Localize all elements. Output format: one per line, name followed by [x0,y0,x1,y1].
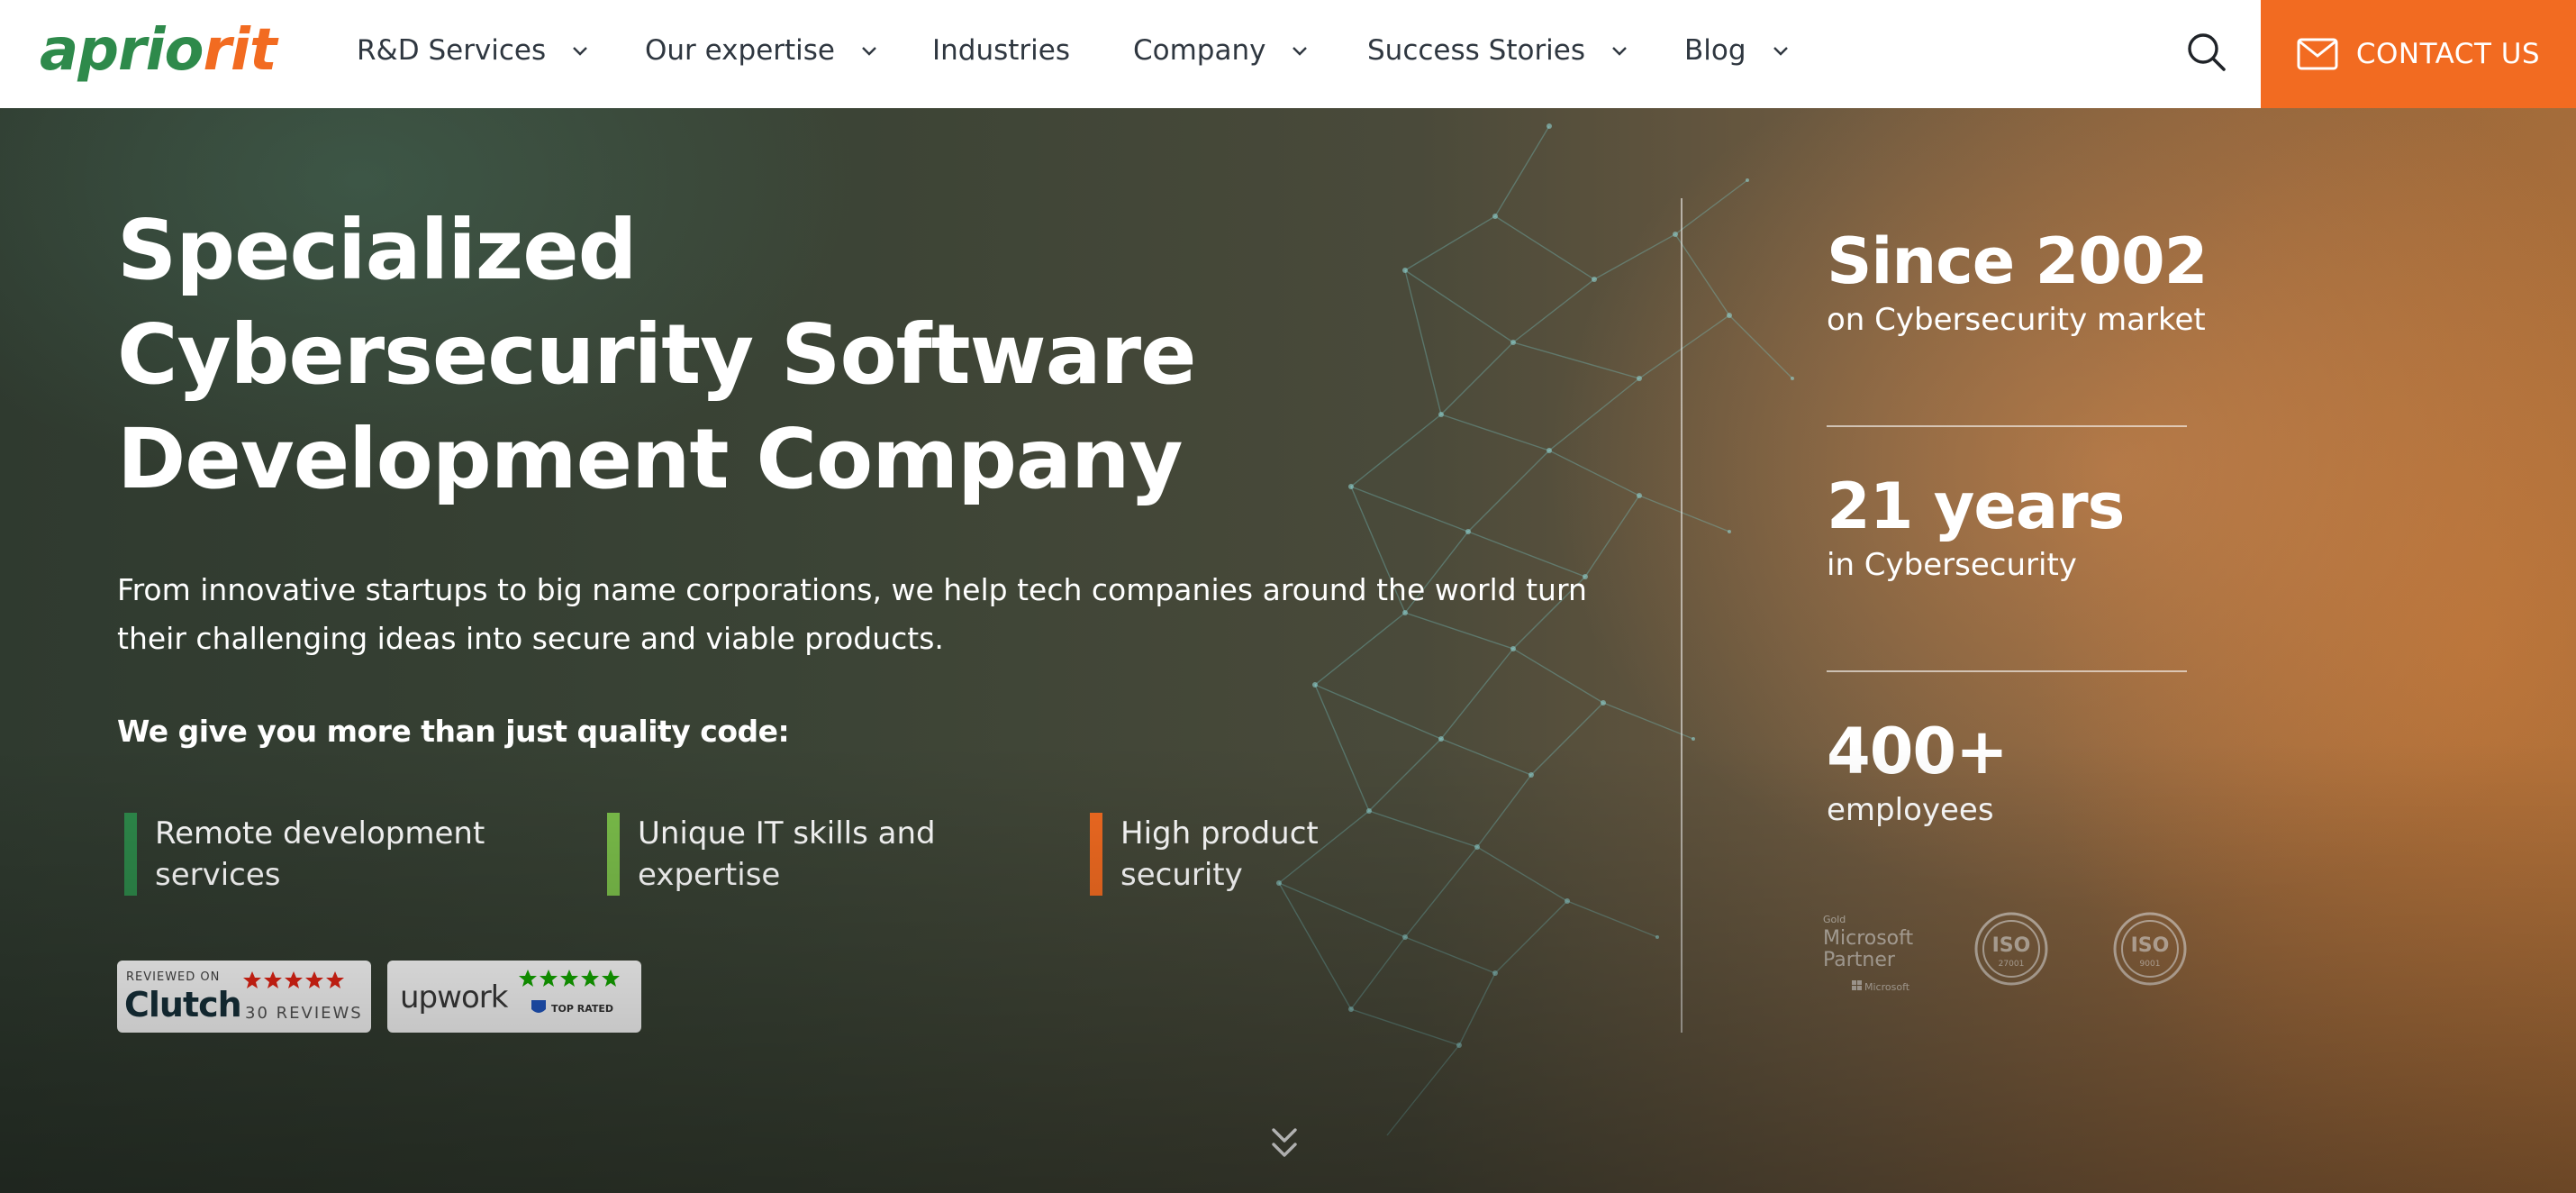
chevron-down-icon [573,47,588,56]
nav-item-success-stories[interactable]: Success Stories [1367,25,1630,76]
svg-text:9001: 9001 [2140,960,2161,969]
clutch-reviewed-on: REVIEWED ON [126,970,220,984]
chevron-down-icon [1293,47,1308,56]
svg-text:Partner: Partner [1823,949,1896,971]
feature-accent-bar [607,813,620,896]
chevron-down-icon [1612,47,1627,56]
five-stars-icon [519,970,620,987]
five-stars-icon [243,971,344,988]
nav-item-label: Our expertise [645,34,836,67]
upwork-badge-graphic: upwork TOP RATED [400,970,620,1015]
svg-text:ISO: ISO [1992,934,2031,957]
nav-item-label: Success Stories [1367,34,1586,67]
stat-21-years: 21 years in Cybersecurity [1827,469,2125,583]
feature-high-product-security: High product security [1083,813,1319,896]
stat-separator [1827,670,2187,672]
clutch-reviews-badge[interactable]: REVIEWED ON Clutch 30 REVIEWS [117,961,371,1033]
stat-separator [1827,425,2187,427]
nav-item-label: Blog [1684,34,1746,67]
chevron-down-icon [1773,47,1788,56]
double-chevron-down-icon[interactable] [1266,1125,1302,1164]
nav-item-label: Industries [932,34,1071,67]
chevron-down-icon [862,47,876,56]
stat-since-2002: Since 2002 on Cybersecurity market [1827,224,2208,338]
apriorit-logo[interactable]: apriorit [40,14,277,87]
svg-text:ISO: ISO [2131,934,2170,957]
search-button[interactable] [2183,25,2230,79]
hero-description: From innovative startups to big name cor… [117,572,1587,656]
stat-400-employees: 400+ employees [1827,715,2009,828]
upwork-wordmark: upwork [400,979,509,1015]
stats-divider [1681,198,1683,1033]
nav-item-label: R&D Services [357,34,547,67]
feature-accent-bar [1090,813,1102,896]
iso-27001-logo: ISO 27001 [1974,912,2048,986]
nav-item-our-expertise[interactable]: Our expertise [645,25,880,76]
mail-icon [2297,38,2338,70]
hero-section: Specialized Cybersecurity Software Devel… [0,108,2576,1193]
feature-accent-bar [124,813,137,896]
svg-text:Gold: Gold [1823,914,1846,925]
svg-text:Microsoft: Microsoft [1823,927,1913,950]
svg-text:27001: 27001 [1999,960,2025,969]
clutch-badge-graphic: REVIEWED ON Clutch 30 REVIEWS [124,970,363,1025]
upwork-top-rated-label: TOP RATED [551,1003,613,1015]
benefits-title: We give you more than just quality code: [117,714,790,749]
nav-item-rd-services[interactable]: R&D Services [357,25,591,76]
clutch-wordmark: Clutch [124,985,241,1025]
feature-unique-it-skills: Unique IT skills and expertise [600,813,936,896]
hero-headline: Specialized Cybersecurity Software Devel… [117,202,1197,507]
iso-9001-logo: ISO 9001 [2113,912,2187,986]
contact-us-label: CONTACT US [2355,38,2541,70]
nav-item-industries[interactable]: Industries [932,25,1070,76]
top-navbar: apriorit R&D Services Our expertise Indu… [0,0,2576,108]
nav-item-company[interactable]: Company [1133,25,1311,76]
nav-item-blog[interactable]: Blog [1684,25,1791,76]
search-icon [2188,33,2226,71]
upwork-top-rated-badge[interactable]: upwork TOP RATED [387,961,641,1033]
top-rated-shield-icon [531,1000,546,1013]
clutch-review-count: 30 REVIEWS [245,1004,363,1023]
nav-item-label: Company [1133,34,1266,67]
microsoft-gold-partner-logo: Gold Microsoft Partner Microsoft [1823,914,1913,993]
feature-remote-development: Remote development services [117,813,485,896]
svg-text:Microsoft: Microsoft [1864,981,1910,993]
contact-us-button[interactable]: CONTACT US [2261,0,2576,108]
